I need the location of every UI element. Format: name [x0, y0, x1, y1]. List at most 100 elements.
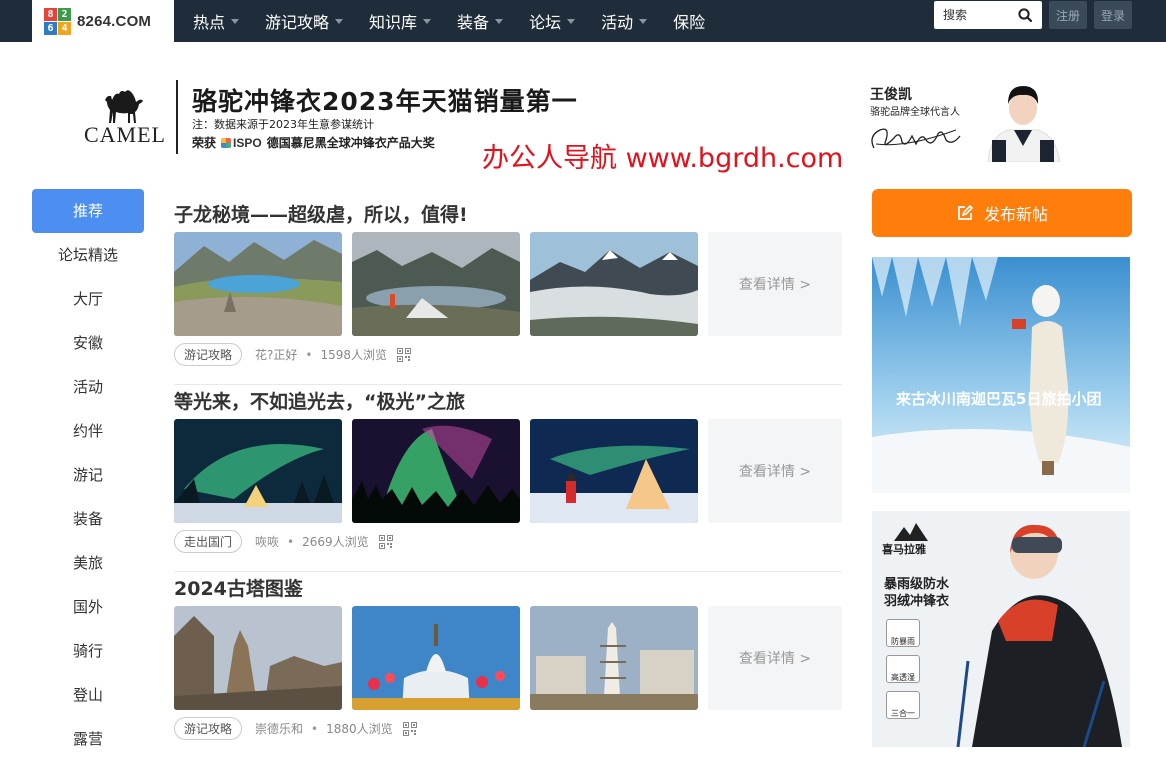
post-meta: 走出国门 咴咴 • 2669人浏览 — [174, 530, 393, 553]
post-thumbnails: 查看详情 > — [174, 606, 842, 710]
nav-item-knowledge[interactable]: 知识库 — [369, 9, 432, 33]
post-tag[interactable]: 游记攻略 — [174, 343, 243, 366]
nav-item-travel-guides[interactable]: 游记攻略 — [265, 9, 344, 33]
logo-digit: 2 — [58, 7, 71, 21]
promo-himalaya-brand: 喜马拉雅 — [882, 543, 926, 556]
post-author[interactable]: 崇德乐和 — [255, 720, 303, 737]
post-title[interactable]: 子龙秘境——超级虐，所以，值得! — [174, 200, 468, 227]
post-thumbnail[interactable] — [352, 606, 520, 710]
main-nav: 热点 游记攻略 知识库 装备 论坛 活动 保险 — [193, 0, 731, 42]
post-feed: 子龙秘境——超级虐，所以，值得! 查看详情 > 游记攻略 花?正好 • 1598… — [174, 198, 842, 758]
ad-headline: 骆驼冲锋衣2023年天猫销量第一 — [192, 87, 578, 116]
ispo-icon — [221, 137, 232, 148]
login-button[interactable]: 登录 — [1094, 1, 1132, 29]
camel-ad-banner[interactable]: CAMEL 骆驼冲锋衣2023年天猫销量第一 注：数据来源于2023年生意参谋统… — [80, 78, 1080, 174]
nav-item-label: 活动 — [601, 13, 634, 32]
post-thumbnail[interactable] — [530, 232, 698, 336]
ad-spokesperson: 王俊凯 骆驼品牌全球代言人 — [870, 78, 1080, 162]
ad-divider — [176, 80, 178, 154]
feed-post: 等光来，不如追光去，“极光”之旅 查看详情 > 走出国门 咴咴 • 2669人浏… — [174, 385, 842, 572]
promo-badge-breathable: 高透湿 — [886, 655, 920, 683]
post-tag[interactable]: 走出国门 — [174, 530, 243, 553]
new-post-button[interactable]: 发布新帖 — [872, 189, 1132, 237]
sidebar-item-gear[interactable]: 装备 — [32, 497, 144, 541]
post-thumbnail[interactable] — [530, 606, 698, 710]
post-views: 1880人浏览 — [326, 722, 393, 736]
promo-badge-rainproof: 防暴雨 — [886, 619, 920, 647]
post-thumbnail[interactable] — [174, 232, 342, 336]
nav-item-events[interactable]: 活动 — [601, 9, 648, 33]
nav-item-hot[interactable]: 热点 — [193, 9, 240, 33]
spokesperson-photo — [987, 86, 1061, 162]
feed-post: 2024古塔图鉴 查看详情 > 游记攻略 崇德乐和 • 1880人浏览 — [174, 572, 842, 758]
ispo-logo: ISPO — [221, 136, 262, 150]
signature-image — [871, 128, 961, 149]
ispo-text: ISPO — [233, 135, 262, 150]
nav-item-label: 知识库 — [369, 13, 418, 32]
logo-digit: 6 — [44, 21, 57, 35]
ad-note: 注：数据来源于2023年生意参谋统计 — [192, 118, 374, 131]
promo-glacier-title: 来古冰川南迦巴瓦5日旅拍小团 — [896, 390, 1102, 408]
sidebar-item-hall[interactable]: 大厅 — [32, 277, 144, 321]
view-details-button[interactable]: 查看详情 > — [708, 232, 842, 336]
site-logo[interactable]: 8 2 6 4 8264.COM — [32, 0, 174, 42]
search-icon[interactable] — [1018, 8, 1032, 22]
sidebar-item-events[interactable]: 活动 — [32, 365, 144, 409]
nav-item-label: 热点 — [193, 13, 226, 32]
meta-separator: • — [287, 534, 295, 549]
glacier-photo — [872, 257, 1130, 493]
post-thumbnail[interactable] — [530, 419, 698, 523]
sidebar-item-recommended[interactable]: 推荐 — [32, 189, 144, 233]
ad-award-prefix: 荣获 — [192, 136, 217, 150]
sidebar-item-forum-picks[interactable]: 论坛精选 — [32, 233, 144, 277]
qr-code-icon[interactable] — [397, 347, 412, 362]
meta-separator: • — [311, 721, 319, 736]
sidebar-item-abroad[interactable]: 国外 — [32, 585, 144, 629]
post-meta: 游记攻略 崇德乐和 • 1880人浏览 — [174, 717, 417, 740]
post-tag[interactable]: 游记攻略 — [174, 717, 243, 740]
qr-code-icon[interactable] — [378, 534, 393, 549]
meta-separator: • — [305, 347, 313, 362]
post-title[interactable]: 等光来，不如追光去，“极光”之旅 — [174, 387, 465, 414]
post-thumbnail[interactable] — [352, 232, 520, 336]
sidebar-item-travelogues[interactable]: 游记 — [32, 453, 144, 497]
post-thumbnail[interactable] — [174, 606, 342, 710]
chevron-down-icon — [495, 18, 504, 24]
post-author[interactable]: 咴咴 — [255, 533, 279, 550]
chevron-down-icon — [567, 18, 576, 24]
spokesperson-role: 骆驼品牌全球代言人 — [870, 107, 960, 118]
camel-icon — [105, 90, 143, 123]
view-details-button[interactable]: 查看详情 > — [708, 419, 842, 523]
view-details-button[interactable]: 查看详情 > — [708, 606, 842, 710]
post-meta: 游记攻略 花?正好 • 1598人浏览 — [174, 343, 412, 366]
sidebar-item-camping[interactable]: 露营 — [32, 717, 144, 758]
promo-banner-glacier-tour[interactable]: 来古冰川南迦巴瓦5日旅拍小团 — [872, 257, 1130, 493]
promo-badge-3in1: 三合一 — [886, 691, 920, 719]
post-thumbnail[interactable] — [352, 419, 520, 523]
register-button[interactable]: 注册 — [1049, 1, 1087, 29]
sidebar-item-cycling[interactable]: 骑行 — [32, 629, 144, 673]
nav-item-label: 游记攻略 — [265, 13, 330, 32]
sidebar-item-anhui[interactable]: 安徽 — [32, 321, 144, 365]
search-input[interactable] — [943, 8, 1013, 22]
qr-code-icon[interactable] — [402, 721, 417, 736]
spokesperson-name: 王俊凯 — [870, 87, 912, 103]
nav-item-label: 保险 — [673, 13, 706, 32]
nav-item-gear[interactable]: 装备 — [457, 9, 504, 33]
post-thumbnails: 查看详情 > — [174, 232, 842, 336]
chevron-down-icon — [423, 18, 432, 24]
post-thumbnail[interactable] — [174, 419, 342, 523]
nav-item-insurance[interactable]: 保险 — [673, 9, 705, 33]
sidebar-item-companions[interactable]: 约伴 — [32, 409, 144, 453]
post-author[interactable]: 花?正好 — [255, 346, 297, 363]
logo-mark: 8 2 6 4 — [44, 7, 71, 35]
sidebar-item-beauty-travel[interactable]: 美旅 — [32, 541, 144, 585]
category-sidebar: 推荐 论坛精选 大厅 安徽 活动 约伴 游记 装备 美旅 国外 骑行 登山 露营 — [32, 189, 144, 758]
promo-banner-himalaya-jacket[interactable]: 喜马拉雅 暴雨级防水 羽绒冲锋衣 防暴雨 高透湿 三合一 — [872, 511, 1130, 747]
top-nav-bar: 8 2 6 4 8264.COM 热点 游记攻略 知识库 装备 论坛 活动 保险… — [0, 0, 1166, 42]
sidebar-item-climbing[interactable]: 登山 — [32, 673, 144, 717]
promo-himalaya-line2: 羽绒冲锋衣 — [884, 594, 950, 609]
nav-item-forum[interactable]: 论坛 — [529, 9, 576, 33]
nav-item-label: 装备 — [457, 13, 490, 32]
post-title[interactable]: 2024古塔图鉴 — [174, 574, 303, 601]
